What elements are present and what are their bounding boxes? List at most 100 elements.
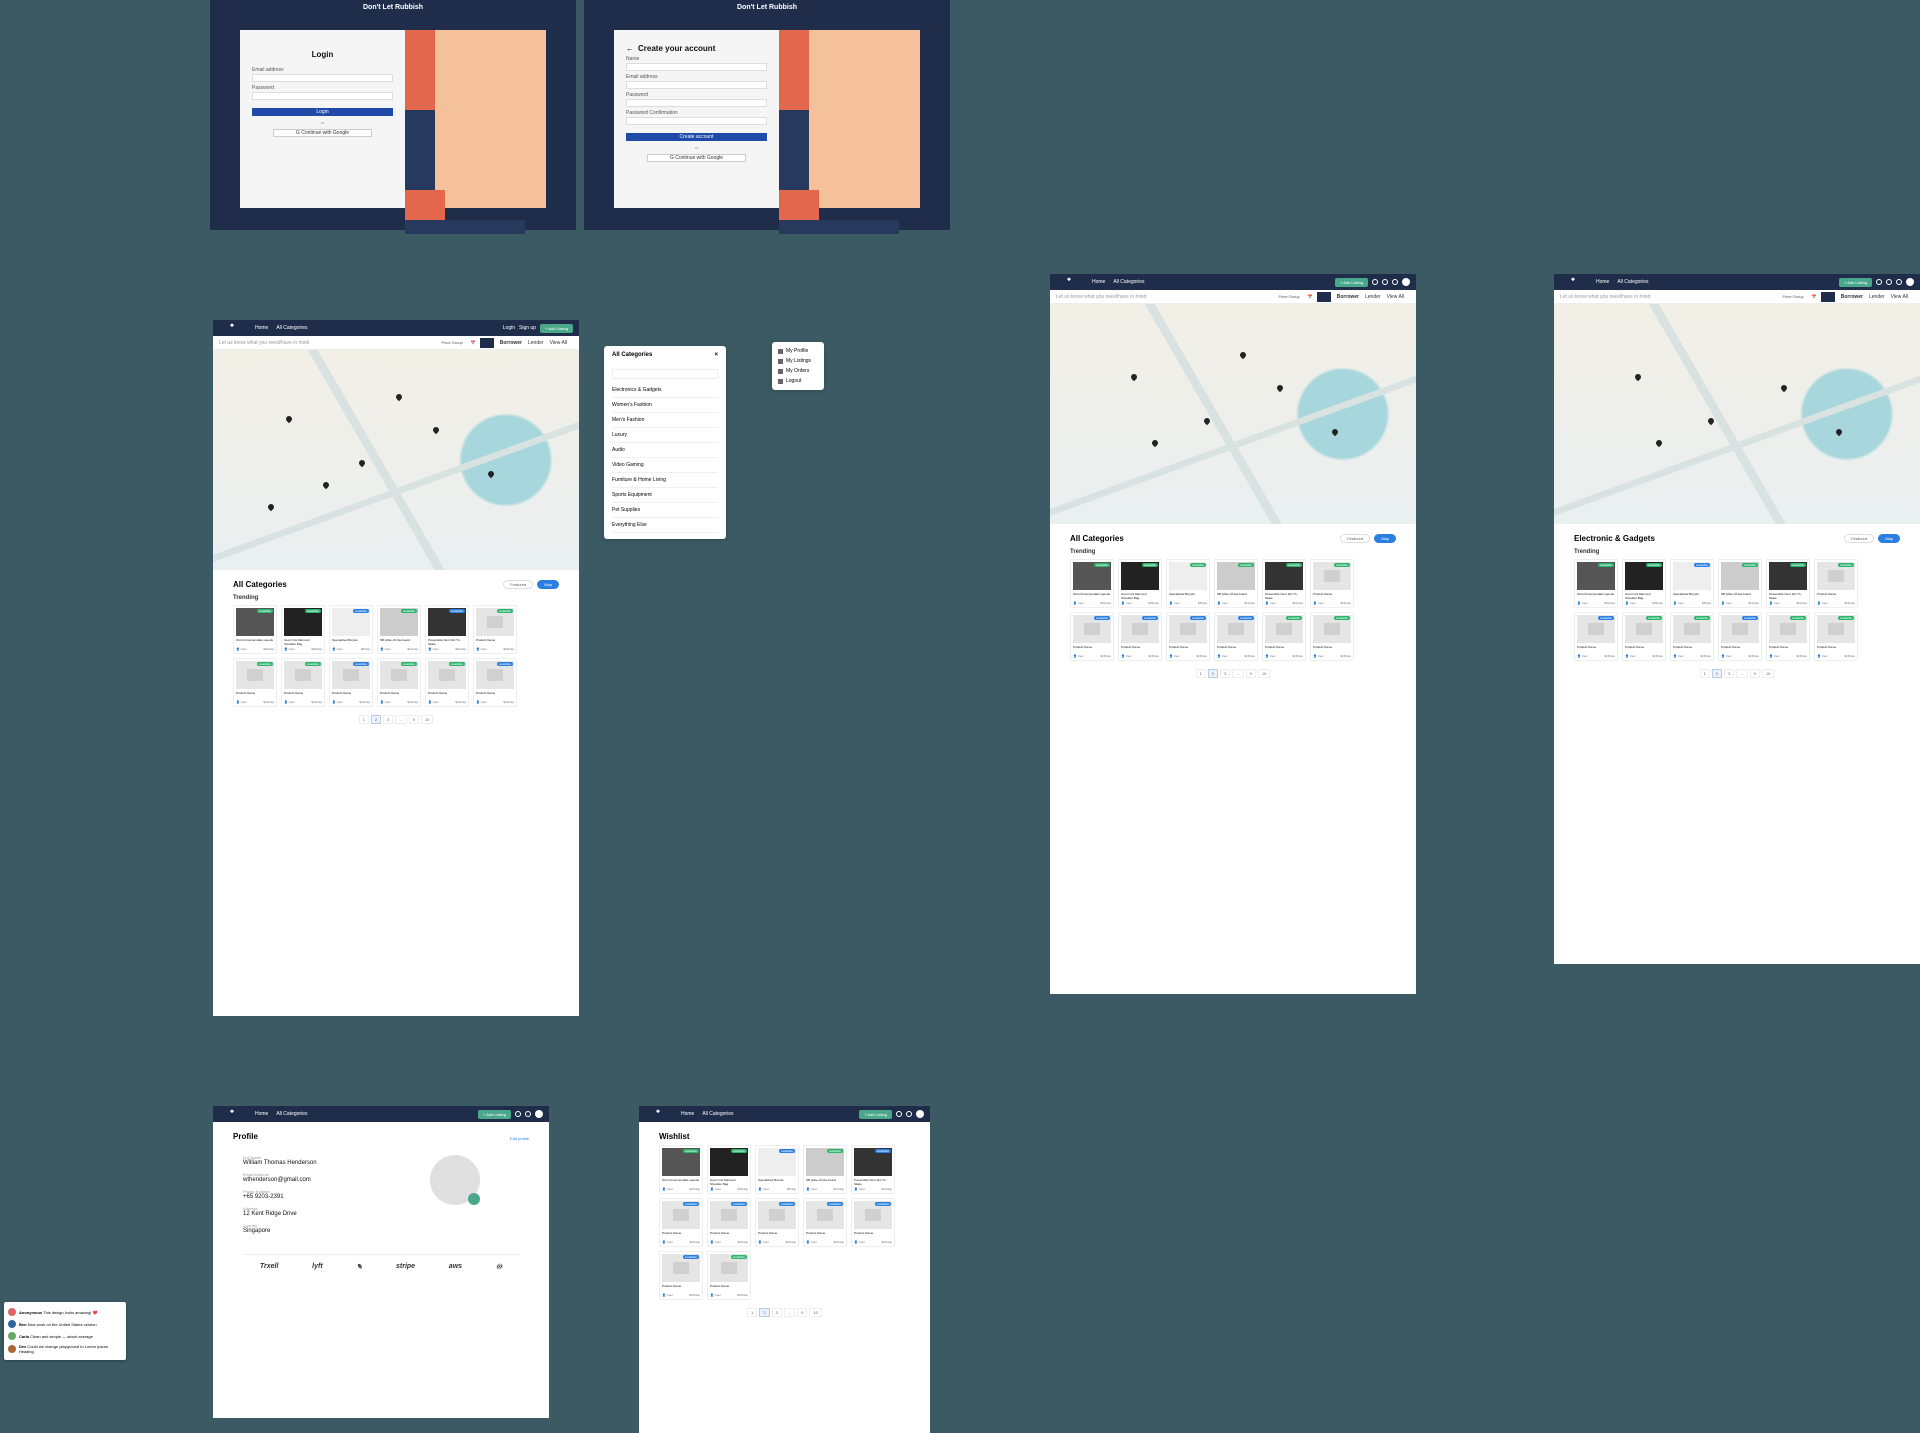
page-1[interactable]: 1 xyxy=(1700,669,1710,678)
page-...[interactable]: ... xyxy=(784,1308,795,1317)
product-card[interactable]: AvailableProduct Name👤 User$15/day xyxy=(425,658,469,707)
filter-featured[interactable]: Featured xyxy=(1844,534,1874,543)
email-input[interactable] xyxy=(252,74,393,82)
page-2[interactable]: 2 xyxy=(759,1308,769,1317)
edit-avatar-button[interactable] xyxy=(468,1193,480,1205)
toggle-viewall[interactable]: View All xyxy=(550,340,567,346)
avatar[interactable] xyxy=(1906,278,1914,286)
product-card[interactable]: AvailableProduct Name👤 User$15/day xyxy=(1214,612,1258,661)
page-1[interactable]: 1 xyxy=(359,715,369,724)
page-2[interactable]: 2 xyxy=(1208,669,1218,678)
usermenu-my-orders[interactable]: My Orders xyxy=(778,366,818,376)
brand-logo[interactable]: ❖ xyxy=(645,1109,671,1119)
filter-featured[interactable]: Featured xyxy=(503,580,533,589)
search-input[interactable]: Let us know what you need/have in mind xyxy=(1560,294,1778,300)
nav-home[interactable]: Home xyxy=(1596,279,1609,285)
bell-icon[interactable] xyxy=(1886,279,1892,285)
product-card[interactable]: AvailableSB white off-the-board👤 User$12… xyxy=(1718,559,1762,608)
page-9[interactable]: 9 xyxy=(409,715,419,724)
product-card[interactable]: AvailableProduct Name👤 User$15/day xyxy=(755,1198,799,1247)
chat-icon[interactable] xyxy=(1392,279,1398,285)
product-card[interactable]: AvailableGucci GG Marmont Shoulder Bag👤 … xyxy=(707,1145,751,1194)
price-group-pill[interactable]: Price Group xyxy=(1274,293,1303,300)
nav-categories[interactable]: All Categories xyxy=(1617,279,1648,285)
page-...[interactable]: ... xyxy=(1232,669,1243,678)
toggle-borrower[interactable]: Borrower xyxy=(1337,294,1359,300)
nav-home[interactable]: Home xyxy=(681,1111,694,1117)
page-9[interactable]: 9 xyxy=(797,1308,807,1317)
create-account-button[interactable]: Create account xyxy=(626,133,767,141)
product-card[interactable]: AvailableSB white off-the-board👤 User$12… xyxy=(803,1145,847,1194)
page-2[interactable]: 2 xyxy=(371,715,381,724)
filter-map[interactable]: Map xyxy=(1878,534,1900,543)
search-input[interactable]: Let us know what you need/have in mind xyxy=(219,340,437,346)
page-3[interactable]: 3 xyxy=(1724,669,1734,678)
product-card[interactable]: AvailableOld old Cannondale speeds👤 User… xyxy=(1070,559,1114,608)
product-card[interactable]: AvailablePowerslide Next 110 Tri-Skate👤 … xyxy=(1766,559,1810,608)
product-card[interactable]: AvailableSpecialized Bicycle👤 User$8/day xyxy=(1166,559,1210,608)
date-pill[interactable]: 📅 xyxy=(1304,293,1317,300)
product-card[interactable]: AvailableOld old Cannondale speeds👤 User… xyxy=(659,1145,703,1194)
date-pill[interactable]: 📅 xyxy=(1808,293,1821,300)
page-1[interactable]: 1 xyxy=(747,1308,757,1317)
product-card[interactable]: AvailableProduct Name👤 User$15/day xyxy=(281,658,325,707)
usermenu-logout[interactable]: Logout xyxy=(778,376,818,386)
category-luxury[interactable]: Luxury xyxy=(612,428,718,443)
password-input[interactable] xyxy=(626,99,767,107)
filter-map[interactable]: Map xyxy=(1374,534,1396,543)
map[interactable] xyxy=(213,350,579,570)
toggle-borrower[interactable]: Borrower xyxy=(500,340,522,346)
nav-home[interactable]: Home xyxy=(255,325,268,331)
name-input[interactable] xyxy=(626,63,767,71)
product-card[interactable]: AvailableSpecialized Bicycle👤 User$8/day xyxy=(329,605,373,654)
page-10[interactable]: 10 xyxy=(421,715,433,724)
nav-categories[interactable]: All Categories xyxy=(1113,279,1144,285)
product-card[interactable]: AvailableProduct Name👤 User$15/day xyxy=(473,658,517,707)
brand-logo[interactable]: ❖ xyxy=(1056,277,1082,287)
brand-logo[interactable]: ❖ xyxy=(219,323,245,333)
page-3[interactable]: 3 xyxy=(383,715,393,724)
category-pet-supplies[interactable]: Pet Supplies xyxy=(612,503,718,518)
nav-home[interactable]: Home xyxy=(255,1111,268,1117)
price-group-pill[interactable]: Price Group xyxy=(1778,293,1807,300)
heart-icon[interactable] xyxy=(896,1111,902,1117)
product-card[interactable]: AvailableProduct Name👤 User$15/day xyxy=(1814,559,1858,608)
category-furniture-home-living[interactable]: Furniture & Home Living xyxy=(612,473,718,488)
product-card[interactable]: AvailableGucci GG Marmont Shoulder Bag👤 … xyxy=(1622,559,1666,608)
brand-logo[interactable]: ❖ xyxy=(219,1109,245,1119)
product-card[interactable]: AvailableProduct Name👤 User$15/day xyxy=(1718,612,1762,661)
search-button[interactable] xyxy=(1317,292,1331,302)
bell-icon[interactable] xyxy=(1382,279,1388,285)
product-card[interactable]: AvailableProduct Name👤 User$15/day xyxy=(1166,612,1210,661)
toggle-viewall[interactable]: View All xyxy=(1891,294,1908,300)
product-card[interactable]: AvailableProduct Name👤 User$15/day xyxy=(851,1198,895,1247)
password-input[interactable] xyxy=(252,92,393,100)
edit-profile-link[interactable]: Edit profile xyxy=(510,1136,529,1141)
google-signup-button[interactable]: G Continue with Google xyxy=(647,154,746,162)
product-card[interactable]: AvailableProduct Name👤 User$15/day xyxy=(1766,612,1810,661)
search-button[interactable] xyxy=(1821,292,1835,302)
product-card[interactable]: AvailableProduct Name👤 User$15/day xyxy=(803,1198,847,1247)
avatar[interactable] xyxy=(535,1110,543,1118)
back-button[interactable]: ← xyxy=(626,44,634,53)
login-button[interactable]: Login xyxy=(252,108,393,116)
signup-link[interactable]: Sign up xyxy=(519,325,536,331)
price-group-pill[interactable]: Price Group xyxy=(437,339,466,346)
product-card[interactable]: AvailableSB white off-the-board👤 User$12… xyxy=(377,605,421,654)
product-card[interactable]: AvailableSB white off-the-board👤 User$12… xyxy=(1214,559,1258,608)
usermenu-my-listings[interactable]: My Listings xyxy=(778,356,818,366)
bell-icon[interactable] xyxy=(525,1111,531,1117)
product-card[interactable]: AvailablePowerslide Next 110 Tri-Skate👤 … xyxy=(1262,559,1306,608)
google-login-button[interactable]: G Continue with Google xyxy=(273,129,372,137)
date-pill[interactable]: 📅 xyxy=(467,339,480,346)
toggle-lender[interactable]: Lender xyxy=(1869,294,1885,300)
product-card[interactable]: AvailableSpecialized Bicycle👤 User$8/day xyxy=(1670,559,1714,608)
search-button[interactable] xyxy=(480,338,494,348)
filter-map[interactable]: Map xyxy=(537,580,559,589)
nav-categories[interactable]: All Categories xyxy=(702,1111,733,1117)
catpop-close[interactable]: × xyxy=(714,352,718,358)
nav-home[interactable]: Home xyxy=(1092,279,1105,285)
product-card[interactable]: AvailableProduct Name👤 User$15/day xyxy=(659,1251,703,1300)
page-3[interactable]: 3 xyxy=(772,1308,782,1317)
product-card[interactable]: AvailableProduct Name👤 User$15/day xyxy=(1814,612,1858,661)
